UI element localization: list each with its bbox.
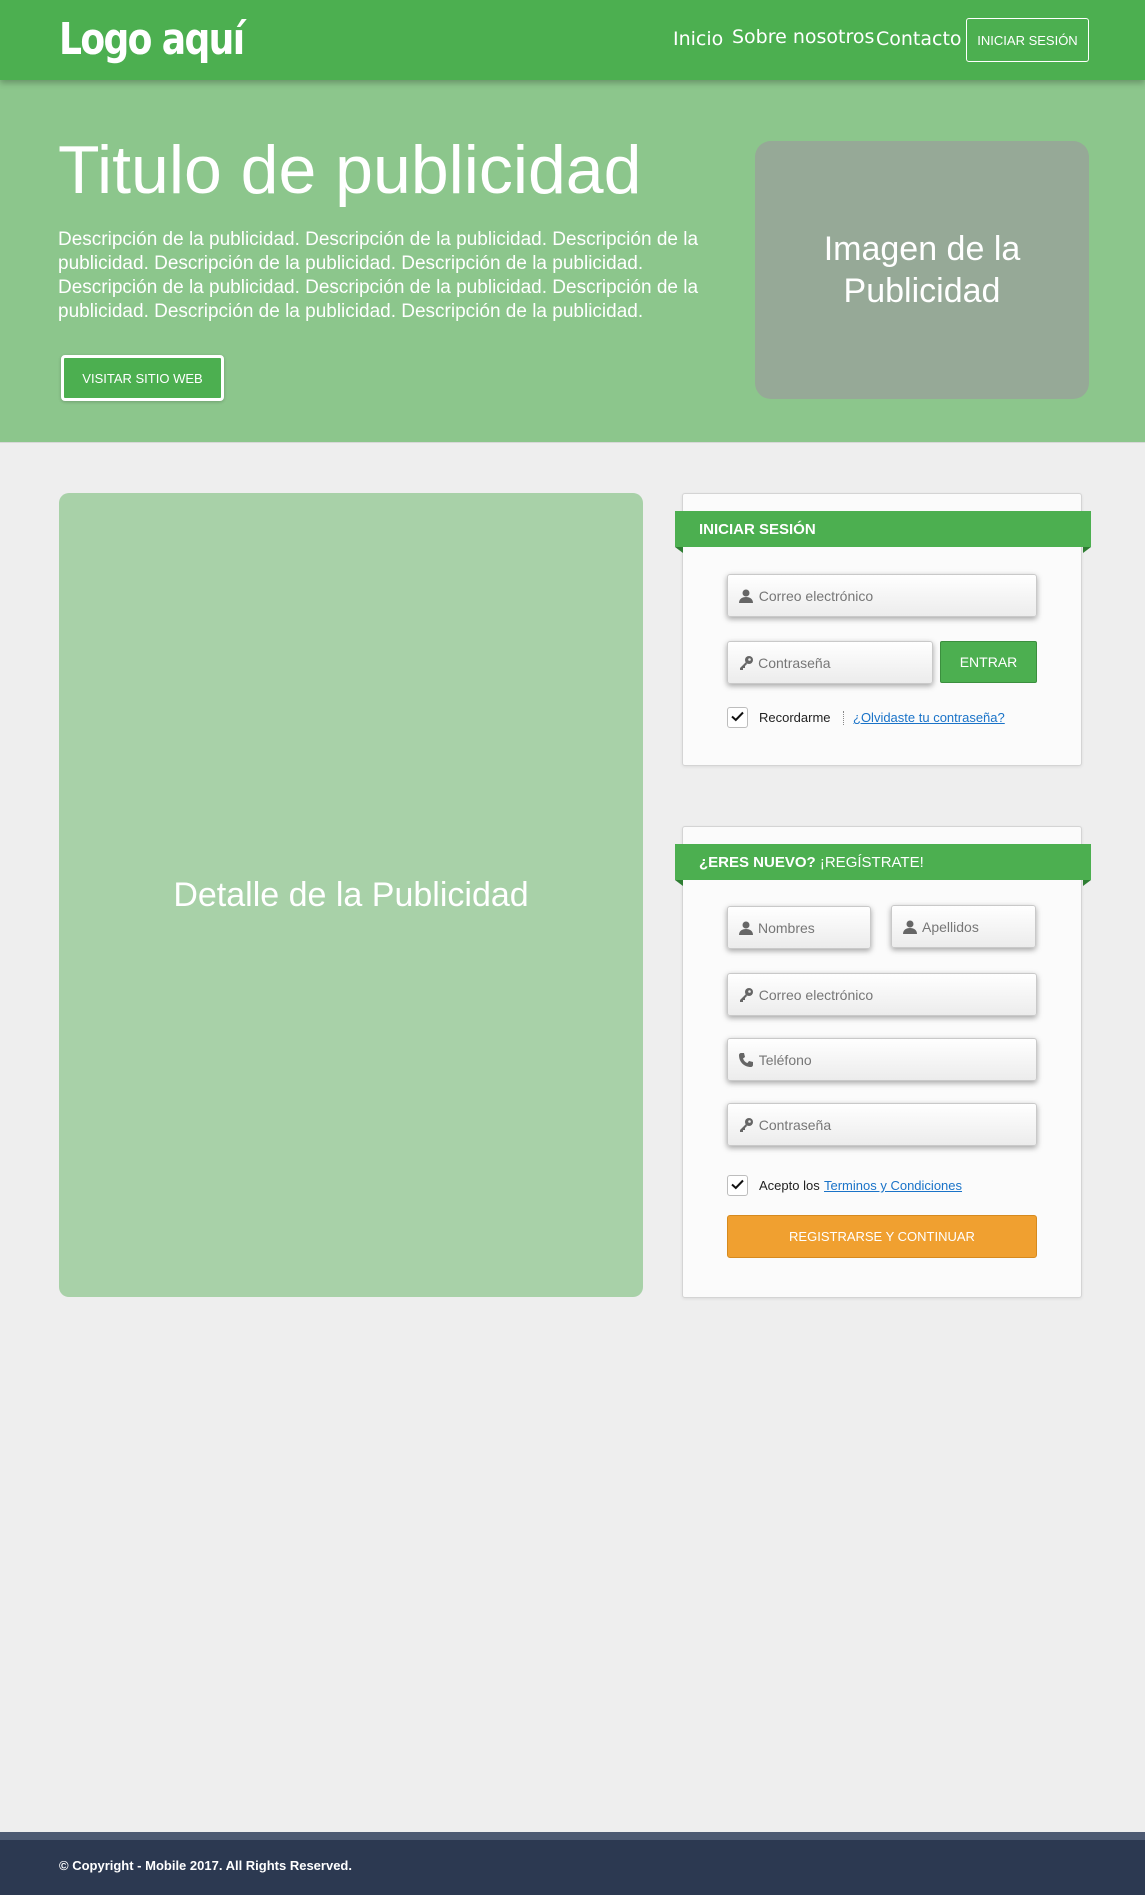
remember-me-label: Recordarme — [759, 710, 831, 725]
register-email-field[interactable] — [727, 973, 1037, 1016]
forgot-password-link[interactable]: ¿Olvidaste tu contraseña? — [853, 710, 1005, 725]
register-names-field[interactable] — [727, 906, 871, 949]
accept-terms-label: Acepto los — [759, 1178, 820, 1193]
register-names-input[interactable] — [758, 919, 870, 936]
login-card-header: INICIAR SESIÓN — [675, 511, 1091, 553]
register-password-field[interactable] — [727, 1103, 1037, 1146]
key-icon — [738, 1116, 755, 1134]
footer-top-strip — [0, 1832, 1145, 1840]
login-card-title: INICIAR SESIÓN — [699, 520, 816, 538]
nav-link-contacto[interactable]: Contacto — [876, 28, 962, 50]
register-email-input[interactable] — [758, 986, 1036, 1003]
divider — [843, 711, 844, 725]
key-icon — [738, 986, 755, 1004]
checkmark-icon — [731, 709, 744, 727]
remember-me-checkbox[interactable] — [727, 707, 748, 728]
site-logo[interactable]: Logo aquí — [59, 14, 245, 65]
register-title-light: ¡REGÍSTRATE! — [819, 853, 924, 871]
register-card-header: ¿ERES NUEVO? ¡REGÍSTRATE! — [675, 844, 1091, 886]
register-lastnames-field[interactable] — [891, 905, 1036, 948]
ad-detail-panel: Detalle de la Publicidad — [59, 493, 643, 1297]
terms-link[interactable]: Terminos y Condiciones — [824, 1178, 962, 1193]
login-email-input[interactable] — [758, 587, 1036, 604]
register-card-title: ¿ERES NUEVO? ¡REGÍSTRATE! — [699, 854, 924, 871]
login-email-field[interactable] — [727, 574, 1037, 617]
register-password-input[interactable] — [758, 1116, 1036, 1133]
hero-title: Titulo de publicidad — [58, 132, 642, 208]
register-phone-input[interactable] — [758, 1051, 1036, 1068]
hero-banner: Titulo de publicidad Descripción de la p… — [0, 80, 1145, 443]
user-icon — [902, 918, 918, 936]
register-title-bold: ¿ERES NUEVO? — [699, 853, 816, 871]
footer: © Copyright - Mobile 2017. All Rights Re… — [0, 1840, 1145, 1895]
login-submit-button[interactable]: ENTRAR — [940, 641, 1037, 683]
key-icon — [738, 654, 754, 672]
register-card: ¿ERES NUEVO? ¡REGÍSTRATE! Nombres Apelli… — [675, 826, 1091, 1298]
accept-terms-checkbox[interactable] — [727, 1175, 748, 1196]
phone-icon — [738, 1051, 755, 1069]
register-submit-button[interactable]: REGISTRARSE Y CONTINUAR — [727, 1215, 1037, 1258]
hero-image-placeholder: Imagen de la Publicidad — [755, 141, 1089, 399]
login-card: INICIAR SESIÓN ENTRAR Recordarme ¿Olvida… — [675, 493, 1091, 766]
user-icon — [738, 587, 755, 605]
register-phone-field[interactable] — [727, 1038, 1037, 1081]
ad-detail-label: Detalle de la Publicidad — [173, 876, 529, 914]
hero-image-label: Imagen de la Publicidad — [823, 230, 1021, 310]
checkmark-icon — [731, 1177, 744, 1195]
user-icon — [738, 919, 754, 937]
register-lastnames-input[interactable] — [922, 918, 1035, 935]
copyright-text: © Copyright - Mobile 2017. All Rights Re… — [59, 1858, 352, 1873]
top-navbar: Logo aquí Inicio Sobre nosotros Contacto… — [0, 0, 1145, 80]
nav-link-sobre-nosotros[interactable]: Sobre nosotros — [732, 26, 874, 48]
login-password-input[interactable] — [758, 654, 932, 671]
login-password-field[interactable] — [727, 641, 933, 684]
nav-link-inicio[interactable]: Inicio — [673, 28, 723, 50]
header-login-button[interactable]: INICIAR SESIÓN — [966, 18, 1089, 62]
visit-website-button[interactable]: VISITAR SITIO WEB — [61, 355, 224, 401]
hero-description: Descripción de la publicidad. Descripció… — [58, 229, 699, 322]
